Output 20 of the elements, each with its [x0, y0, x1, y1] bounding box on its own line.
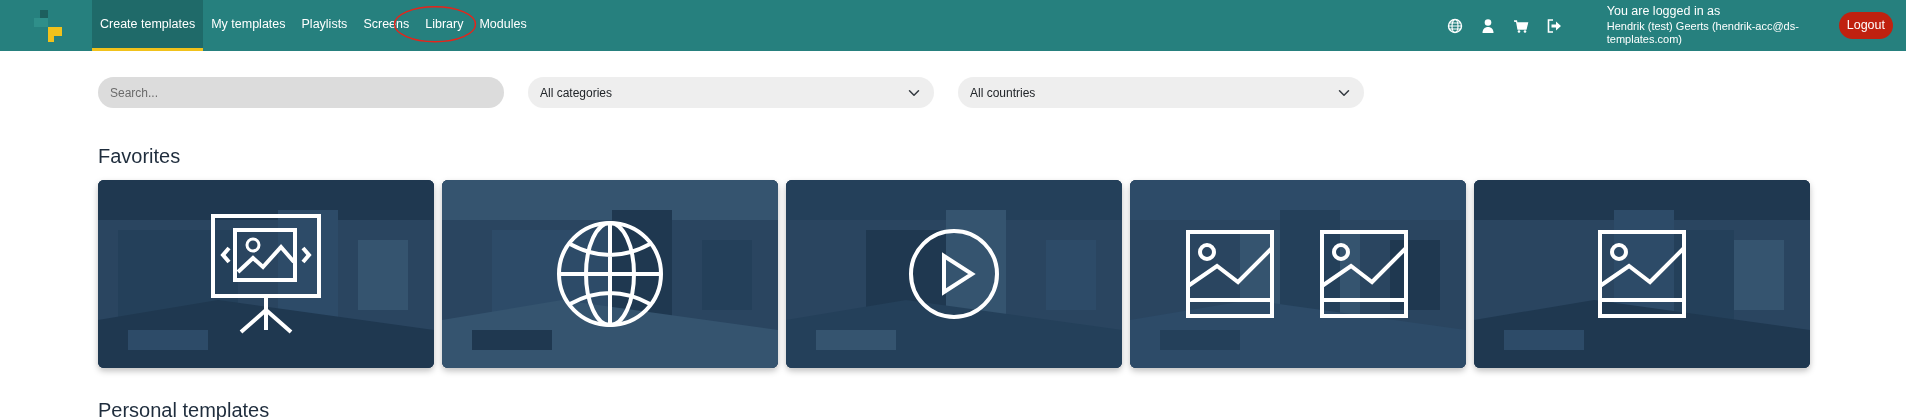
play-icon	[908, 228, 1000, 320]
image-icon	[1186, 230, 1410, 318]
nav-tab[interactable]: Modules	[471, 0, 535, 51]
nav-tab[interactable]: Playlists	[293, 0, 356, 51]
logout-button[interactable]: Logout	[1838, 12, 1893, 39]
image-icon	[1598, 230, 1686, 318]
presentation-icon	[211, 214, 321, 334]
nav-tab[interactable]: My templates	[203, 0, 294, 51]
cart-icon[interactable]	[1512, 17, 1529, 34]
logout-icon[interactable]	[1545, 17, 1562, 34]
globe-icon[interactable]	[1446, 17, 1463, 34]
nav-tab[interactable]: Create templates	[92, 0, 204, 51]
login-status-text: You are logged in as	[1606, 3, 1722, 20]
user-name-text: Hendrik (test) Geerts (hendrik-acc@ds-templates.com)	[1606, 19, 1800, 48]
category-select[interactable]: All categories	[528, 77, 934, 108]
nav-tab[interactable]: Library	[417, 0, 472, 51]
section-heading: Favorites	[98, 144, 182, 168]
search-field[interactable]: Search...	[98, 77, 504, 108]
globe-icon	[556, 220, 664, 328]
country-select[interactable]: All countries	[958, 77, 1364, 108]
